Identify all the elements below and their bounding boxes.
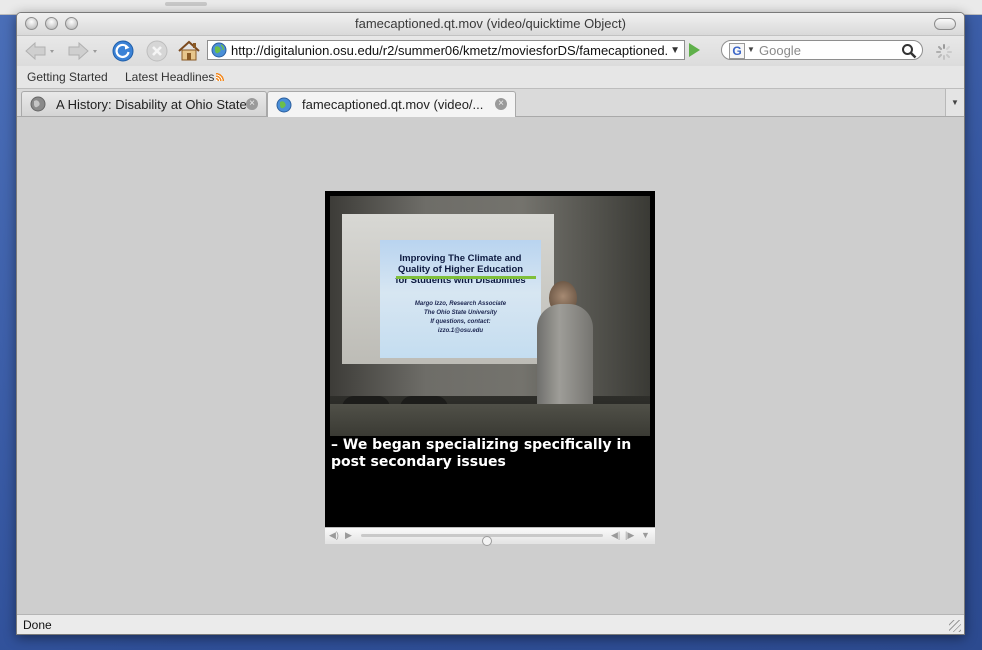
slide-sub-line: Margo Izzo, Research Associate bbox=[414, 301, 507, 307]
desktop-grip bbox=[165, 2, 207, 6]
url-bar[interactable]: http://digitalunion.osu.edu/r2/summer06/… bbox=[207, 40, 685, 60]
toolbar-toggle-button[interactable] bbox=[934, 18, 956, 30]
search-engine-dropdown-icon[interactable]: ▼ bbox=[747, 45, 755, 54]
tab-globe-icon bbox=[30, 96, 46, 112]
close-tab-icon[interactable]: × bbox=[246, 98, 258, 110]
status-bar: Done bbox=[17, 614, 964, 634]
quicktime-video-player[interactable]: Improving The Climate and Quality of Hig… bbox=[325, 191, 655, 527]
tab-history-disability[interactable]: A History: Disability at Ohio State × bbox=[21, 91, 267, 116]
step-forward-icon[interactable]: |▶ bbox=[625, 530, 634, 541]
search-engine-icon[interactable]: G bbox=[729, 43, 745, 59]
slide-sub-line: If questions, contact: bbox=[430, 319, 491, 325]
tab-globe-icon bbox=[276, 97, 292, 112]
stop-button[interactable] bbox=[145, 39, 169, 63]
magnifier-icon[interactable] bbox=[901, 43, 917, 59]
timeline-scrubber[interactable] bbox=[482, 536, 492, 546]
url-history-dropdown-icon[interactable]: ▼ bbox=[670, 45, 680, 56]
video-controls: ◀) ▶ ◀| |▶ ▼ bbox=[325, 527, 655, 546]
go-arrow-icon[interactable] bbox=[689, 43, 700, 57]
bookmark-latest-headlines[interactable]: Latest Headlines bbox=[125, 70, 225, 84]
tab-title: famecaptioned.qt.mov (video/... bbox=[302, 97, 484, 112]
close-tab-icon[interactable]: × bbox=[495, 98, 507, 110]
slide-sub-line: izzo.1@osu.edu bbox=[437, 328, 484, 334]
slide-accent-line bbox=[396, 276, 536, 279]
window-title: famecaptioned.qt.mov (video/quicktime Ob… bbox=[355, 16, 626, 31]
resize-grip-icon[interactable] bbox=[949, 620, 961, 632]
bookmark-getting-started[interactable]: Getting Started bbox=[27, 70, 108, 84]
volume-icon[interactable]: ◀) bbox=[329, 530, 339, 541]
bookmark-latest-headlines-label: Latest Headlines bbox=[125, 70, 215, 84]
tab-title: A History: Disability at Ohio State bbox=[56, 96, 246, 112]
slide-title-line: Improving The Climate and bbox=[399, 253, 522, 264]
status-text: Done bbox=[23, 618, 52, 632]
tab-strip: A History: Disability at Ohio State × fa… bbox=[17, 89, 964, 117]
projection-screen: Improving The Climate and Quality of Hig… bbox=[342, 214, 554, 364]
search-input[interactable]: Google bbox=[759, 43, 801, 58]
home-icon bbox=[178, 40, 200, 61]
player-menu-icon[interactable]: ▼ bbox=[641, 530, 650, 540]
bookmarks-toolbar: Getting Started Latest Headlines bbox=[17, 66, 964, 89]
navigation-toolbar: http://digitalunion.osu.edu/r2/summer06/… bbox=[17, 36, 964, 66]
tab-list-dropdown-icon[interactable]: ▼ bbox=[945, 89, 964, 116]
forward-button[interactable] bbox=[65, 39, 101, 63]
forward-arrow-icon bbox=[68, 41, 97, 61]
url-text: http://digitalunion.osu.edu/r2/summer06/… bbox=[231, 42, 667, 58]
presentation-slide: Improving The Climate and Quality of Hig… bbox=[380, 240, 541, 358]
tab-famecaptioned[interactable]: famecaptioned.qt.mov (video/... × bbox=[267, 91, 516, 117]
reload-button[interactable] bbox=[111, 39, 135, 63]
video-caption: – We began specializing specifically in … bbox=[331, 437, 632, 470]
browser-window: famecaptioned.qt.mov (video/quicktime Ob… bbox=[16, 12, 965, 635]
activity-spinner-icon bbox=[936, 44, 952, 60]
rss-feed-icon bbox=[216, 73, 225, 81]
video-frame: Improving The Climate and Quality of Hig… bbox=[330, 196, 650, 436]
search-bar[interactable]: G ▼ Google bbox=[721, 40, 923, 60]
slide-title-line: Quality of Higher Education bbox=[397, 264, 524, 275]
timeline-track[interactable] bbox=[361, 534, 603, 546]
site-globe-icon bbox=[211, 42, 227, 58]
back-button[interactable] bbox=[23, 39, 57, 63]
home-button[interactable] bbox=[177, 39, 201, 63]
slide-title: Improving The Climate and Quality of Hig… bbox=[380, 253, 541, 286]
desk bbox=[330, 404, 650, 436]
slide-subtitle: Margo Izzo, Research Associate The Ohio … bbox=[380, 300, 541, 336]
stop-icon bbox=[146, 40, 168, 62]
step-back-icon[interactable]: ◀| bbox=[611, 530, 620, 541]
back-arrow-icon bbox=[25, 41, 54, 61]
slide-sub-line: The Ohio State University bbox=[423, 310, 498, 316]
play-icon[interactable]: ▶ bbox=[345, 530, 352, 541]
page-content: Improving The Climate and Quality of Hig… bbox=[17, 117, 964, 614]
reload-icon bbox=[112, 40, 134, 62]
window-titlebar[interactable]: famecaptioned.qt.mov (video/quicktime Ob… bbox=[17, 13, 964, 36]
